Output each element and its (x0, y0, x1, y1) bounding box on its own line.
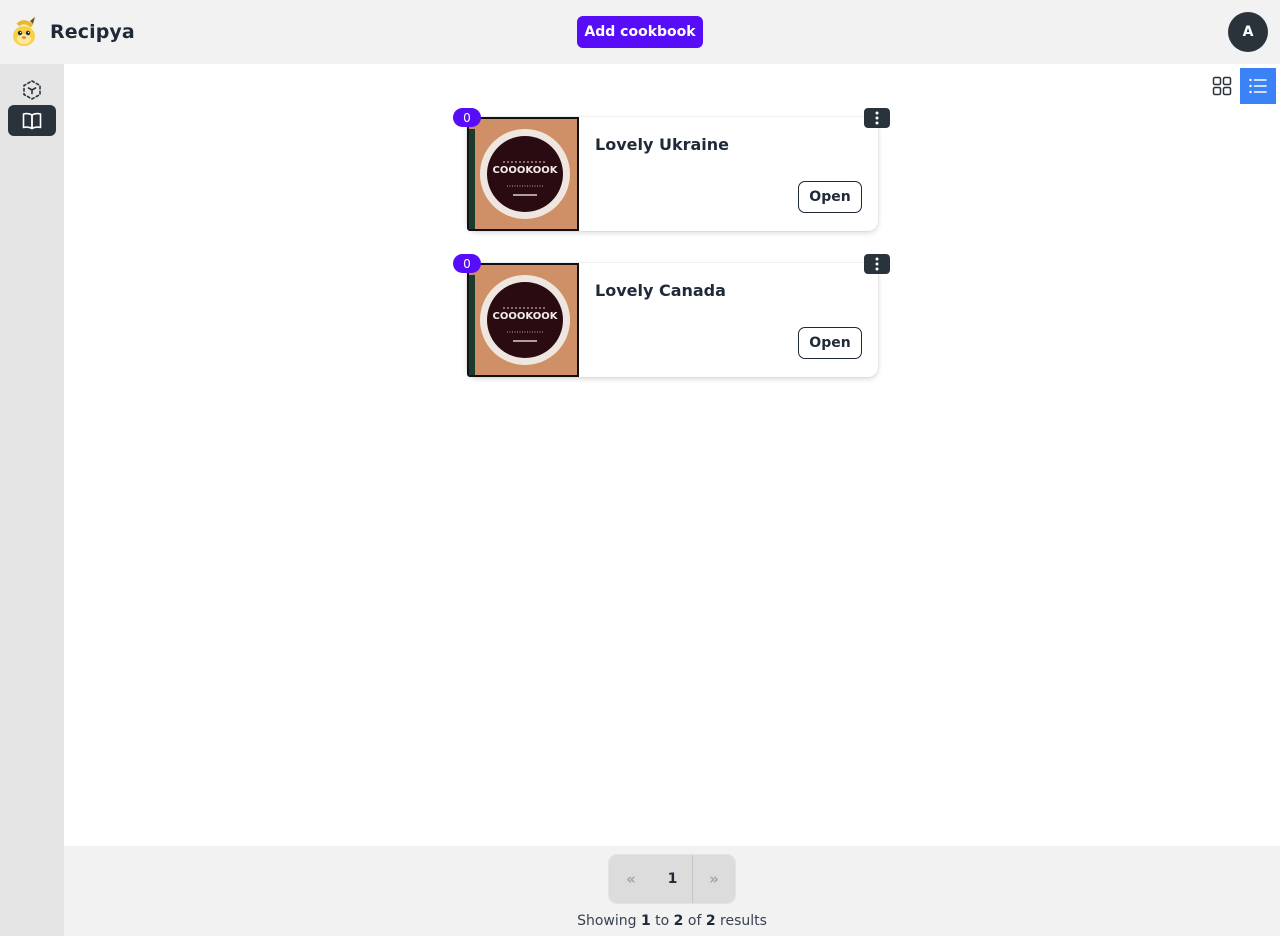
current-page-button[interactable]: 1 (653, 855, 693, 903)
cookbook-cover-image: COOOKOOK (467, 117, 579, 231)
recipya-logo-icon (13, 17, 35, 46)
cookbook-card[interactable]: COOOKOOK Lovely Ukraine Open 0 (453, 108, 890, 231)
results-from: 1 (640, 913, 651, 929)
list-view-button[interactable] (1240, 68, 1276, 104)
cookbook-options-button[interactable] (864, 254, 890, 274)
recipe-count-badge: 0 (453, 108, 481, 127)
app-name: Recipya (50, 21, 135, 43)
main-content: COOOKOOK Lovely Ukraine Open 0 COOOKOOK … (64, 64, 1280, 846)
more-vertical-icon (875, 111, 879, 125)
grid-icon (1212, 76, 1232, 96)
user-avatar[interactable]: A (1228, 12, 1268, 52)
top-navbar: Recipya Add cookbook A (0, 0, 1280, 64)
open-cookbook-button[interactable]: Open (798, 181, 862, 213)
list-icon (1249, 78, 1267, 94)
sidebar-item-cookbooks[interactable] (8, 105, 56, 136)
next-page-button[interactable]: » (693, 855, 735, 903)
svg-text:COOOKOOK: COOOKOOK (493, 165, 559, 176)
sidebar-item-recipes[interactable] (8, 74, 56, 105)
sidebar (0, 64, 64, 936)
pagination-footer: « 1 » Showing 1 to 2 of 2 results (64, 846, 1280, 936)
add-cookbook-button[interactable]: Add cookbook (577, 16, 703, 48)
pagination: « 1 » (609, 855, 735, 903)
cube-dashed-icon (23, 79, 41, 100)
cookbook-title: Lovely Canada (595, 281, 726, 300)
more-vertical-icon (875, 257, 879, 271)
cookbook-options-button[interactable] (864, 108, 890, 128)
book-icon (22, 112, 42, 129)
results-total: 2 (705, 913, 716, 929)
results-summary: Showing 1 to 2 of 2 results (577, 913, 767, 929)
brand[interactable]: Recipya (8, 14, 135, 50)
open-cookbook-button[interactable]: Open (798, 327, 862, 359)
recipe-count-badge: 0 (453, 254, 481, 273)
cookbook-title: Lovely Ukraine (595, 135, 729, 154)
svg-text:COOOKOOK: COOOKOOK (493, 311, 559, 322)
grid-view-button[interactable] (1204, 68, 1240, 104)
cookbook-cover-image: COOOKOOK (467, 263, 579, 377)
cookbook-card[interactable]: COOOKOOK Lovely Canada Open 0 (453, 254, 890, 377)
previous-page-button[interactable]: « (609, 855, 653, 903)
results-to: 2 (673, 913, 684, 929)
